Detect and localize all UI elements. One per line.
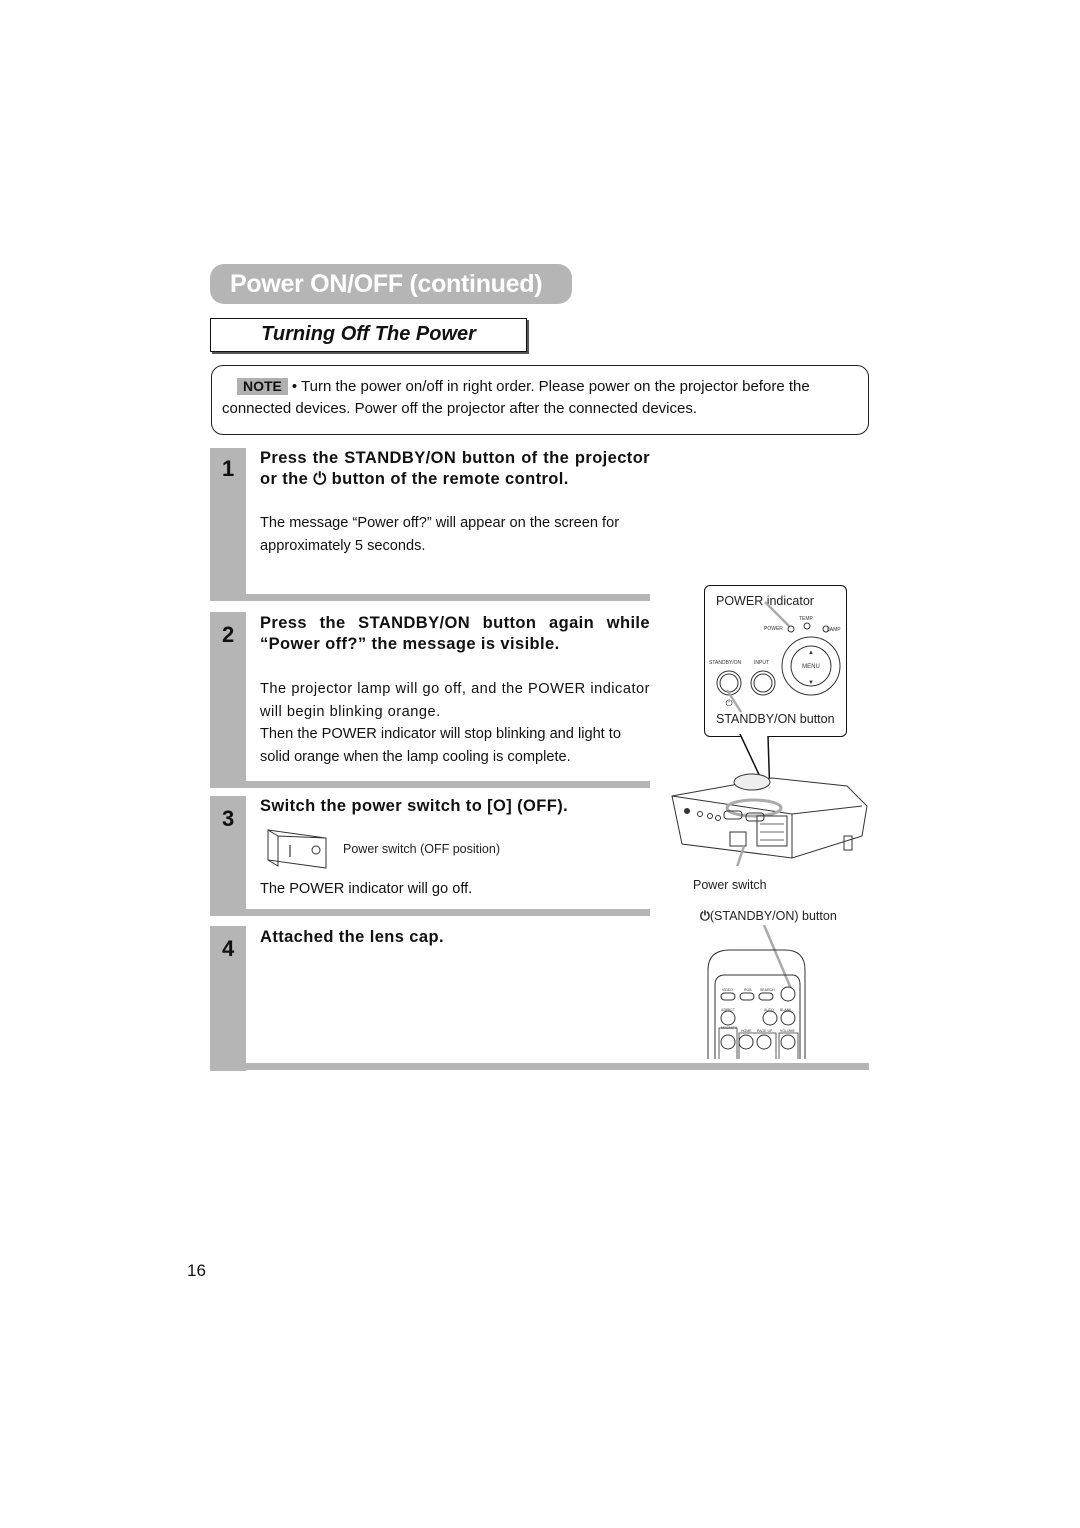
step-body: The POWER indicator will go off. xyxy=(260,878,650,901)
standby-button-label: STANDBY/ON button xyxy=(716,712,835,726)
step-divider xyxy=(210,594,650,601)
step-body-text: Then the POWER indicator will stop blink… xyxy=(260,726,621,765)
step-number: 3 xyxy=(222,806,235,831)
svg-text:MENU: MENU xyxy=(802,664,820,670)
svg-text:▼: ▼ xyxy=(808,680,814,686)
power-icon: ⏻ xyxy=(700,909,710,923)
step-heading: Press the STANDBY/ON button again while … xyxy=(260,614,650,653)
svg-text:RGB: RGB xyxy=(744,988,752,992)
step-body: The projector lamp will go off, and the … xyxy=(260,678,650,768)
svg-text:VOLUME: VOLUME xyxy=(780,1029,795,1033)
projector-illustration xyxy=(671,773,868,866)
power-switch-label: Power switch xyxy=(693,878,767,892)
power-switch-off-icon xyxy=(267,829,327,869)
section-title: Power ON/OFF (continued) xyxy=(210,264,572,304)
switch-caption: Power switch (OFF position) xyxy=(343,842,500,856)
svg-text:SEARCH: SEARCH xyxy=(760,988,775,992)
remote-standby-label-text: (STANDBY/ON) button xyxy=(709,909,837,923)
step-body-text: The projector lamp will go off, and the … xyxy=(260,681,650,720)
step-body: The message “Power off?” will appear on … xyxy=(260,512,650,557)
step-number: 1 xyxy=(222,456,235,481)
svg-text:⏻: ⏻ xyxy=(725,698,732,708)
step-3: 3 Switch the power switch to [O] (OFF). … xyxy=(210,796,650,916)
control-panel-figure: POWER indicator TEMP POWER LAMP STANDBY/… xyxy=(704,585,847,737)
step-number: 2 xyxy=(222,622,235,647)
remote-control-illustration: VIDEO RGB SEARCH ASPECT AUTO BLANK MAGNIFYHO… xyxy=(707,925,806,1059)
step-divider xyxy=(210,781,650,788)
step-heading: Attached the lens cap. xyxy=(260,928,444,946)
step-divider xyxy=(210,909,650,916)
svg-text:PAGE UP: PAGE UP xyxy=(757,1029,773,1033)
step-1: 1 Press the STANDBY/ON button of the pro… xyxy=(210,448,650,601)
svg-text:VIDEO: VIDEO xyxy=(722,988,733,992)
remote-standby-label: ⏻(STANDBY/ON) button xyxy=(700,909,837,924)
note-text: • Turn the power on/off in right order. … xyxy=(222,378,810,417)
step-number: 4 xyxy=(222,936,235,961)
step-2: 2 Press the STANDBY/ON button again whil… xyxy=(210,612,650,788)
subsection-title: Turning Off The Power xyxy=(210,318,527,352)
step-heading: Switch the power switch to [O] (OFF). xyxy=(260,797,569,815)
svg-text:HOME: HOME xyxy=(741,1029,752,1033)
step-body-text: The message “Power off?” will appear on … xyxy=(260,515,620,554)
step-body-text: The POWER indicator will go off. xyxy=(260,881,473,897)
note-box: NOTE • Turn the power on/off in right ord… xyxy=(211,365,869,435)
step-divider xyxy=(210,1063,869,1070)
note-badge: NOTE xyxy=(237,378,288,395)
page-number: 16 xyxy=(187,1261,206,1280)
step-heading: Press the STANDBY/ON button of the proje… xyxy=(260,449,650,488)
svg-text:▲: ▲ xyxy=(808,650,814,656)
